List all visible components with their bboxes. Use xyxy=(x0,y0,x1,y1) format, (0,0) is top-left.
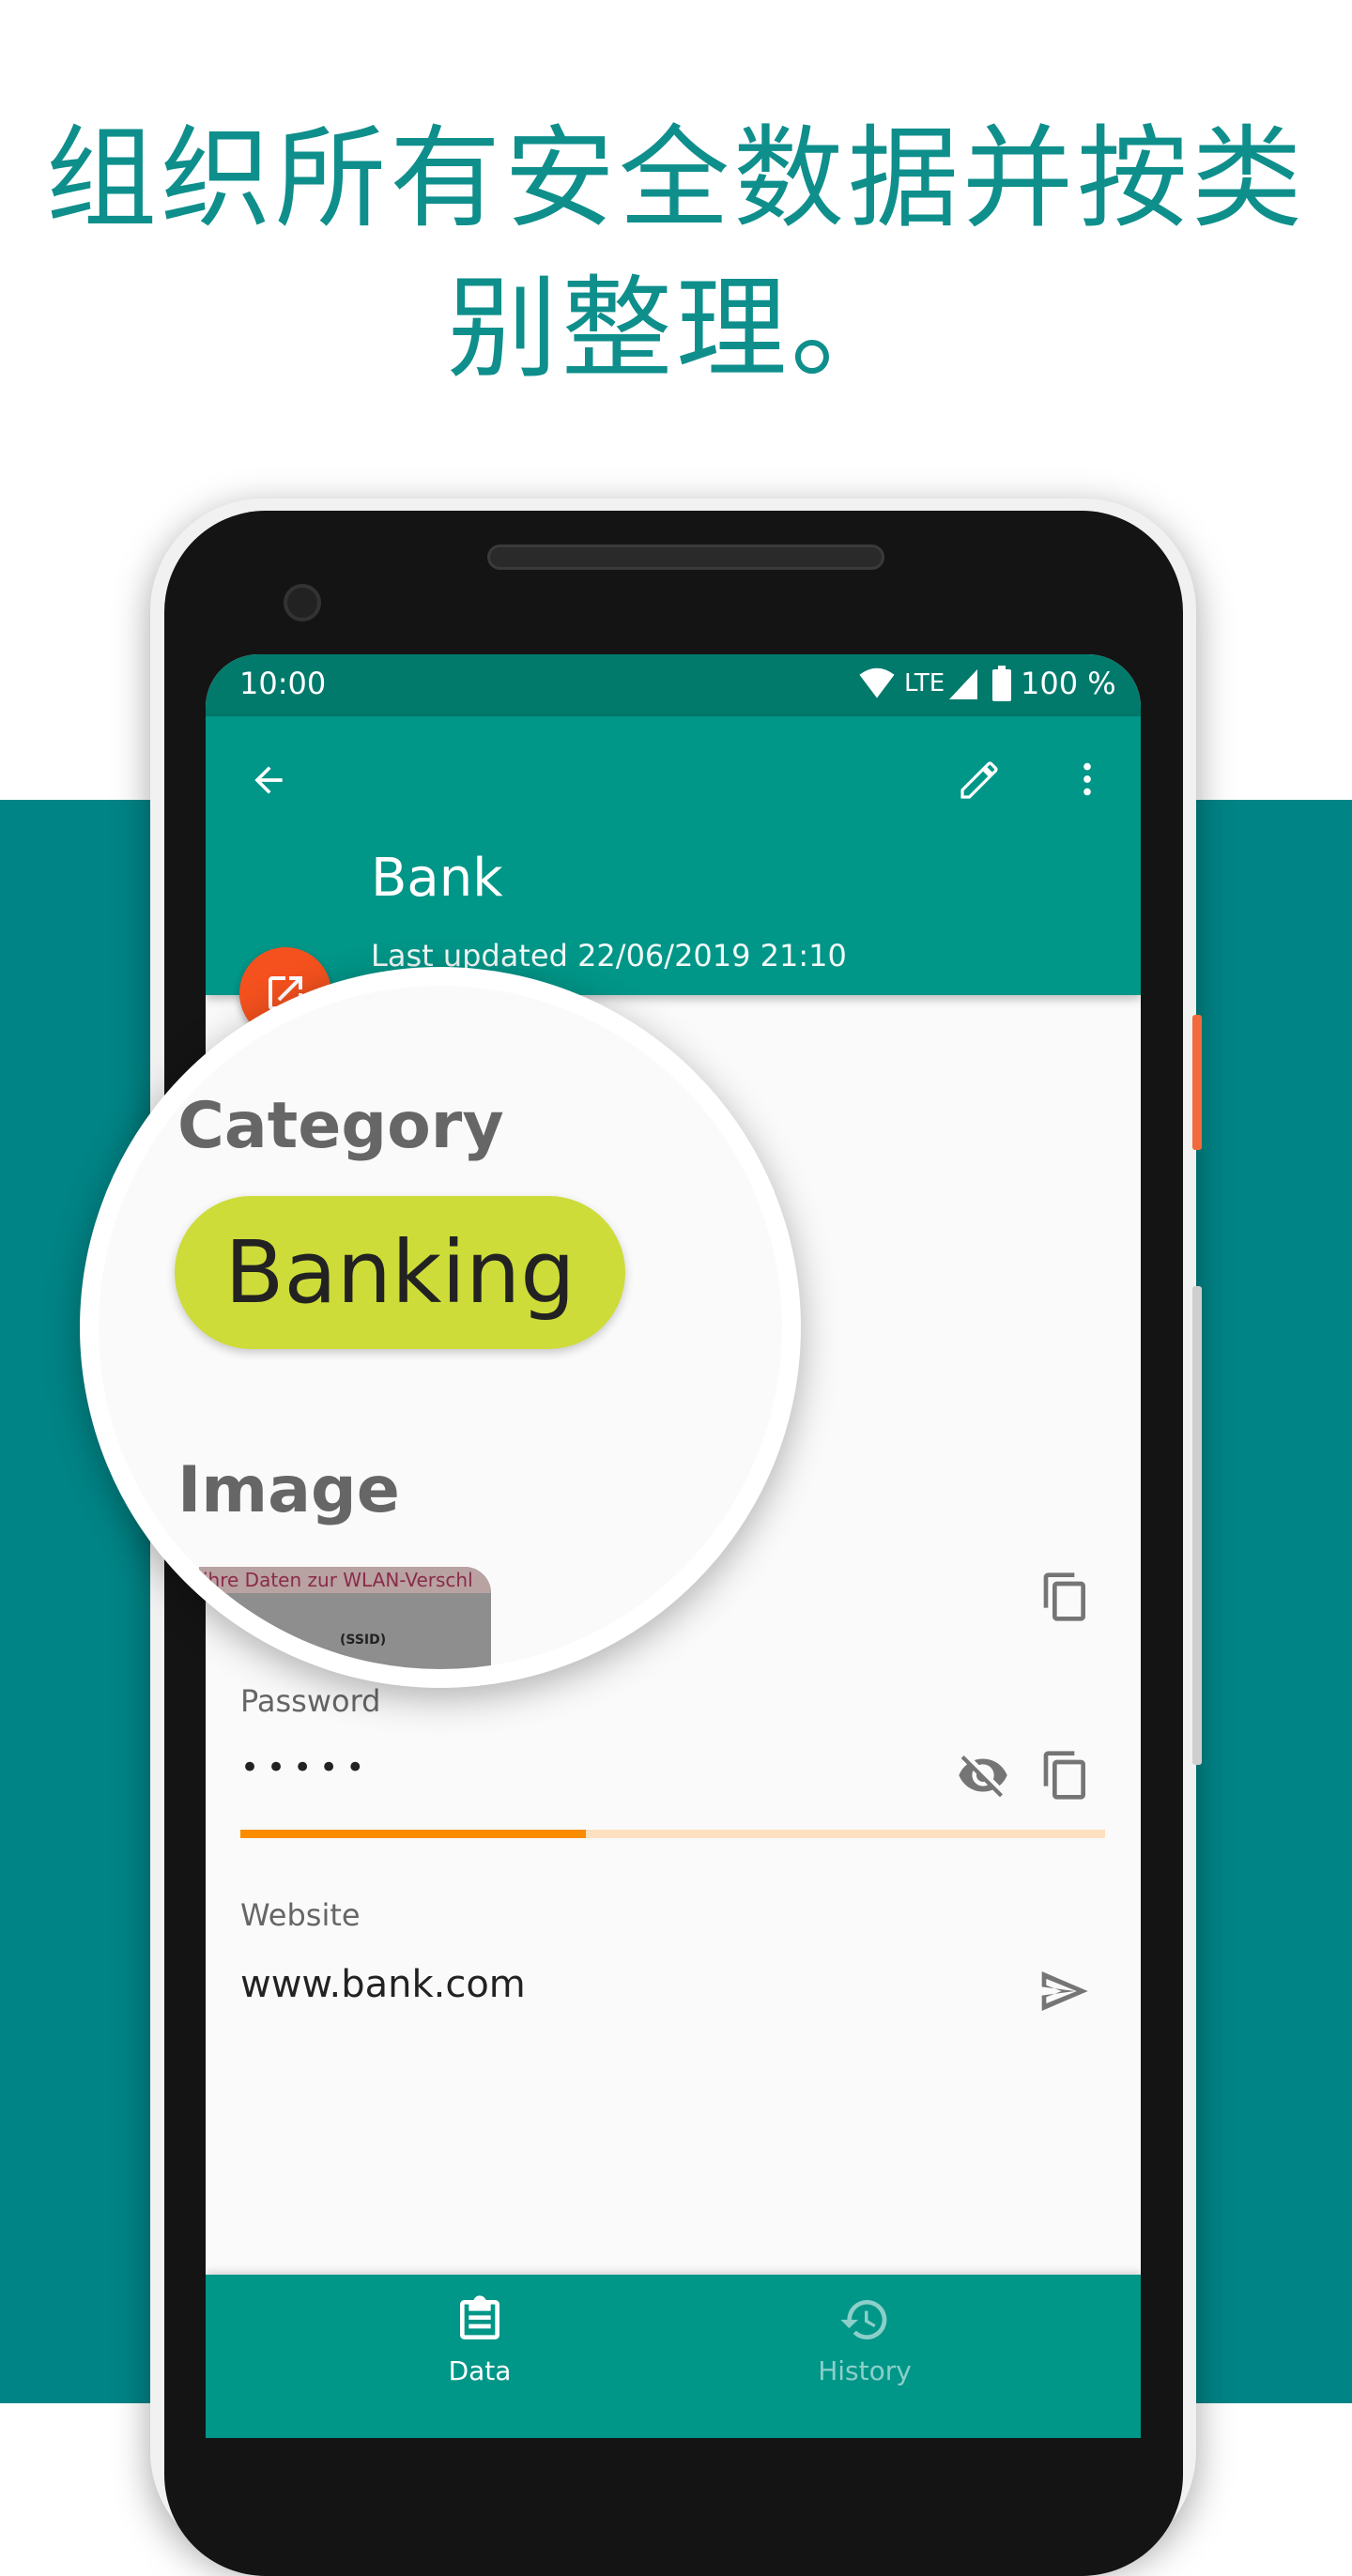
history-icon xyxy=(838,2293,891,2346)
password-value[interactable]: ••••• xyxy=(240,1749,372,1786)
app-bar: Bank Last updated 22/06/2019 21:10 xyxy=(206,716,1141,995)
image-caption: ihre Daten zur WLAN-Verschl xyxy=(199,1567,491,1593)
front-camera xyxy=(284,584,321,621)
status-time: 10:00 xyxy=(239,666,327,701)
nav-label: History xyxy=(818,2355,912,2386)
edit-icon[interactable] xyxy=(957,758,1002,803)
send-icon[interactable] xyxy=(1037,1965,1090,2017)
password-strength-bar xyxy=(240,1830,1105,1838)
magnifier-lens: Category Banking Image ihre Daten zur WL… xyxy=(80,967,801,1688)
volume-button xyxy=(1192,1286,1202,1765)
status-bar: 10:00 LTE 100 % xyxy=(206,654,1141,716)
magnified-content: Category Banking Image ihre Daten zur WL… xyxy=(99,986,782,1669)
visibility-off-icon[interactable] xyxy=(957,1749,1009,1802)
network-type: LTE xyxy=(904,669,945,698)
nav-tab-history[interactable]: History xyxy=(724,2275,1006,2438)
image-label: Image xyxy=(177,1453,400,1527)
image-thumbnail[interactable]: ihre Daten zur WLAN-Verschl (SSID) xyxy=(199,1567,491,1669)
headline: 组织所有安全数据并按类 别整理。 xyxy=(0,103,1352,404)
copy-icon[interactable] xyxy=(1039,1571,1092,1623)
password-label: Password xyxy=(240,1683,381,1719)
image-text: (SSID) xyxy=(340,1633,387,1648)
website-label: Website xyxy=(240,1897,361,1933)
arrow-back-icon[interactable] xyxy=(248,759,289,801)
signal-icon xyxy=(949,669,977,699)
category-label: Category xyxy=(177,1089,504,1163)
wifi-icon xyxy=(859,667,895,699)
page-title: Bank xyxy=(371,848,503,909)
category-chip-label: Banking xyxy=(224,1222,576,1323)
speaker-grille xyxy=(487,544,884,570)
battery-icon xyxy=(992,666,1011,701)
headline-line-2: 别整理。 xyxy=(446,264,905,393)
clipboard-icon xyxy=(453,2293,506,2346)
nav-label: Data xyxy=(448,2355,512,2386)
battery-level: 100 % xyxy=(1021,666,1116,701)
password-strength-fill xyxy=(240,1830,587,1838)
nav-tab-data[interactable]: Data xyxy=(339,2275,621,2438)
headline-line-1: 组织所有安全数据并按类 xyxy=(45,114,1306,243)
copy-icon[interactable] xyxy=(1039,1749,1092,1802)
website-value[interactable]: www.bank.com xyxy=(240,1963,526,2006)
bottom-navigation: Data History xyxy=(206,2275,1141,2438)
power-button xyxy=(1192,1015,1202,1150)
more-vert-icon[interactable] xyxy=(1066,758,1109,801)
category-chip[interactable]: Banking xyxy=(175,1196,625,1349)
